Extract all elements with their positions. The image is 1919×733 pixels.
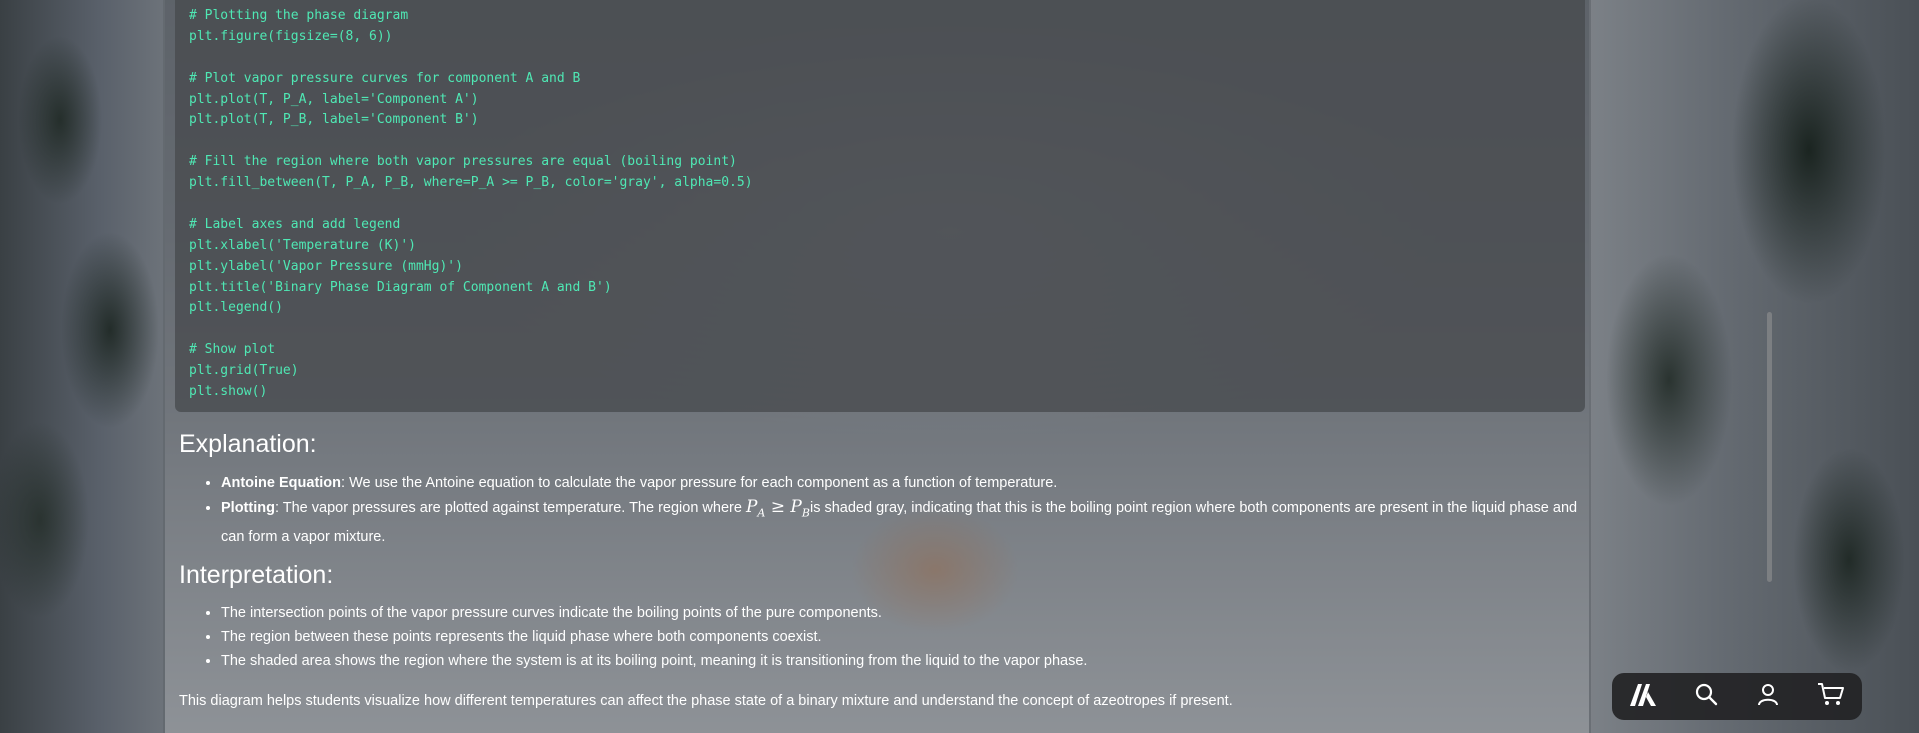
list-item: Plotting: The vapor pressures are plotte… (221, 495, 1581, 549)
account-button[interactable] (1748, 677, 1788, 717)
list-item: The intersection points of the vapor pre… (221, 601, 1581, 625)
interpretation-list: The intersection points of the vapor pre… (179, 601, 1581, 673)
list-item: The shaded area shows the region where t… (221, 649, 1581, 673)
logo-icon (1628, 680, 1658, 713)
background-trees-left (0, 0, 165, 733)
code-line: # Show plot (189, 342, 276, 358)
code-block: # Plotting the phase diagram plt.figure(… (175, 0, 1585, 412)
scrollbar[interactable] (1767, 312, 1772, 582)
bottom-navbar (1612, 673, 1862, 720)
search-button[interactable] (1686, 677, 1726, 717)
item-text: : We use the Antoine equation to calcula… (341, 475, 1058, 491)
search-icon (1694, 682, 1718, 711)
cart-icon (1817, 681, 1845, 712)
interpretation-heading: Interpretation: (179, 561, 334, 589)
code-line: plt.title('Binary Phase Diagram of Compo… (189, 279, 612, 295)
code-line: plt.figure(figsize=(8, 6)) (189, 28, 393, 44)
closing-paragraph: This diagram helps students visualize ho… (179, 693, 1233, 709)
cart-button[interactable] (1811, 677, 1851, 717)
list-item: The region between these points represen… (221, 625, 1581, 649)
logo-button[interactable] (1623, 677, 1663, 717)
explanation-list: Antoine Equation: We use the Antoine equ… (179, 471, 1581, 549)
code-line: plt.fill_between(T, P_A, P_B, where=P_A … (189, 175, 753, 191)
code-line: plt.plot(T, P_B, label='Component B') (189, 112, 479, 128)
background-trees-right (1589, 0, 1919, 733)
explanation-heading: Explanation: (179, 430, 317, 458)
code-line: plt.legend() (189, 300, 283, 316)
term-plotting: Plotting (221, 500, 275, 516)
code-line: # Plot vapor pressure curves for compone… (189, 70, 581, 86)
user-icon (1756, 682, 1780, 711)
code-line: plt.show() (189, 384, 268, 400)
code-line: plt.xlabel('Temperature (K)') (189, 237, 416, 253)
code-line: # Label axes and add legend (189, 216, 401, 232)
code-line: plt.plot(T, P_A, label='Component A') (189, 91, 479, 107)
term-antoine-equation: Antoine Equation (221, 475, 342, 491)
code-line: plt.grid(True) (189, 363, 299, 379)
code-line: # Plotting the phase diagram (189, 8, 409, 23)
code-line: # Fill the region where both vapor press… (189, 154, 737, 170)
list-item: Antoine Equation: We use the Antoine equ… (221, 471, 1581, 495)
content-panel: # Plotting the phase diagram plt.figure(… (163, 0, 1591, 733)
math-inequality: PA ≥ PB (745, 497, 810, 520)
code-line: plt.ylabel('Vapor Pressure (mmHg)') (189, 258, 463, 274)
item-text: : The vapor pressures are plotted agains… (274, 500, 746, 516)
